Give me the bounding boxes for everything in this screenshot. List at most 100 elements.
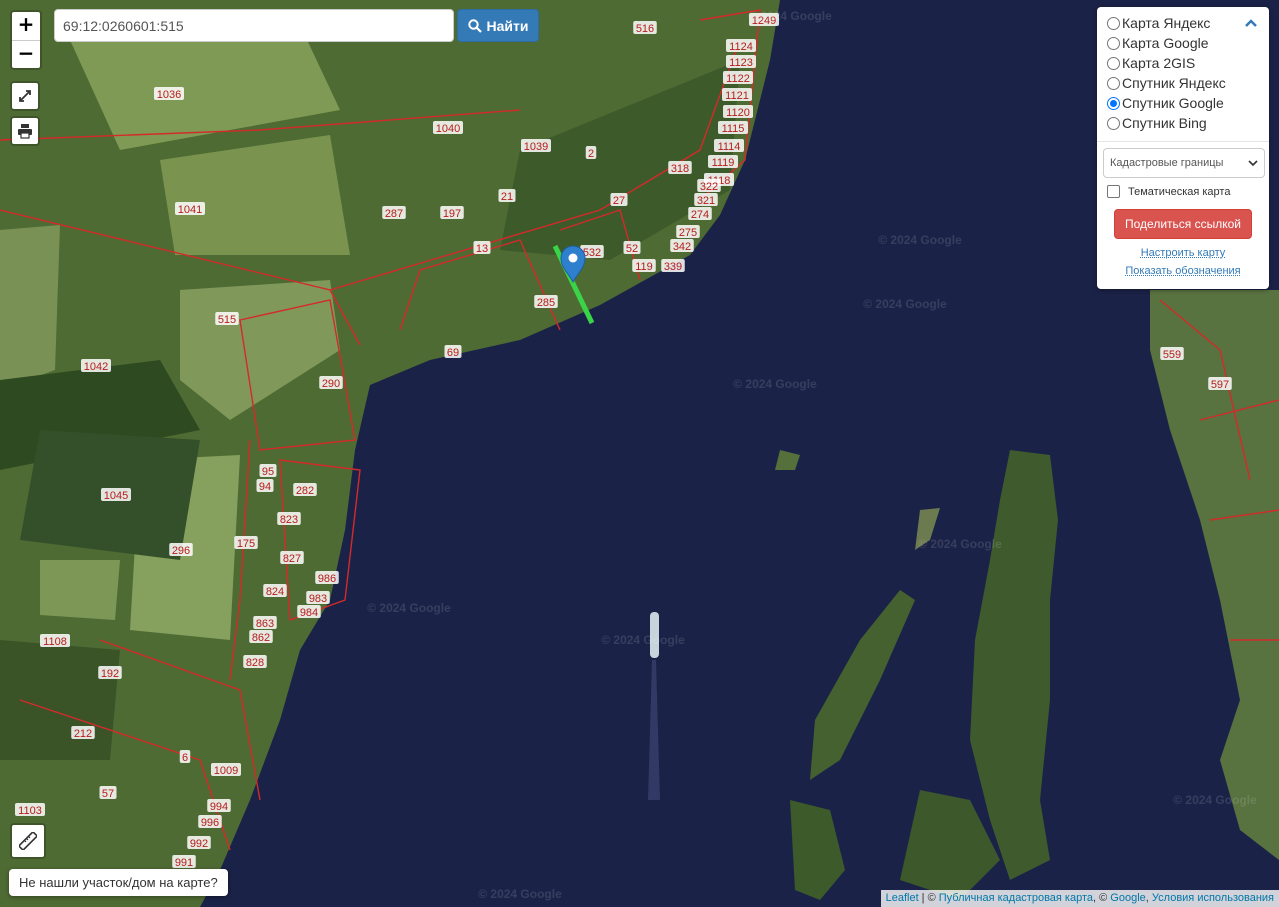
svg-text:285: 285 [537,297,555,309]
layer-option[interactable]: Карта Яндекс [1103,13,1263,33]
parcel-number-label: 1120 [723,105,753,119]
parcel-number-label: 274 [688,207,712,221]
layer-option[interactable]: Спутник Google [1103,93,1263,113]
svg-text:342: 342 [673,241,691,253]
find-button-label: Найти [486,17,529,34]
parcel-number-label: 1041 [175,202,205,216]
layer-radio[interactable] [1107,16,1120,30]
thematic-map-checkbox[interactable] [1107,185,1120,198]
print-button[interactable] [10,116,40,146]
layer-radio[interactable] [1107,96,1120,110]
svg-text:1009: 1009 [214,765,238,777]
svg-text:994: 994 [210,801,228,813]
svg-text:1115: 1115 [722,123,745,135]
svg-text:275: 275 [679,227,697,239]
map-attribution: Leaflet | © Публичная кадастровая карта,… [880,890,1279,907]
parcel-number-label: 1124 [726,39,756,53]
parcel-number-label: 1040 [433,121,463,135]
parcel-number-label: 290 [319,376,343,390]
svg-text:1123: 1123 [729,57,753,69]
fullscreen-button[interactable] [10,81,40,111]
parcel-number-label: 827 [280,551,304,565]
ruler-button[interactable] [10,823,46,859]
search-icon [467,18,482,33]
parcel-number-label: 986 [315,571,339,585]
layer-option[interactable]: Спутник Яндекс [1103,73,1263,93]
layer-label: Карта 2GIS [1122,55,1196,71]
svg-text:1036: 1036 [157,89,181,101]
svg-text:532: 532 [583,247,601,259]
google-watermark-text: © 2024 Google [601,633,685,647]
svg-text:1121: 1121 [725,90,749,102]
zoom-in-button[interactable]: + [12,12,40,40]
chevron-up-icon[interactable] [1245,19,1257,27]
svg-text:827: 827 [283,553,301,565]
zoom-out-button[interactable]: − [12,40,40,68]
parcel-number-label: 282 [293,483,317,497]
parcel-number-label: 69 [444,345,462,359]
attribution-sep-1: | © [918,892,939,904]
parcel-number-label: 6 [179,750,191,764]
svg-text:823: 823 [280,514,298,526]
find-button[interactable]: Найти [457,9,539,42]
svg-text:559: 559 [1163,349,1181,361]
terms-link[interactable]: Условия использования [1152,892,1274,904]
parcel-number-label: 2 [585,146,597,160]
thematic-map-label: Тематическая карта [1128,185,1231,198]
map-canvas[interactable]: 1036 1040 1039 516 1249 1124 1123 1122 1121 1120 1… [0,0,1279,907]
google-watermark-text: © 2024 Google [478,887,562,901]
svg-text:274: 274 [691,209,709,221]
svg-text:339: 339 [664,261,682,273]
parcel-number-label: 13 [473,241,491,255]
layer-radio[interactable] [1107,36,1120,50]
parcel-number-label: 1114 [714,139,744,153]
configure-map-link[interactable]: Настроить карту [1103,247,1263,259]
svg-text:1108: 1108 [43,636,67,648]
layer-option[interactable]: Карта Google [1103,33,1263,53]
parcel-number-label: 94 [256,479,274,493]
google-link[interactable]: Google [1110,892,1145,904]
show-legend-link[interactable]: Показать обозначения [1103,265,1263,277]
parcel-number-label: 52 [623,241,641,255]
parcel-number-label: 1009 [211,763,241,777]
parcel-number-label: 21 [498,189,516,203]
svg-text:991: 991 [175,857,193,869]
parcel-number-label: 597 [1208,377,1232,391]
layer-radio[interactable] [1107,56,1120,70]
svg-text:1103: 1103 [18,805,42,817]
google-watermark-text: © 2024 Google [1173,793,1257,807]
svg-text:1041: 1041 [178,204,202,216]
parcel-number-label: 1115 [718,121,748,135]
svg-text:6: 6 [182,752,188,764]
leaflet-link[interactable]: Leaflet [886,892,919,904]
parcel-number-label: 1121 [722,88,752,102]
svg-text:986: 986 [318,573,336,585]
overlay-select[interactable]: Кадастровые границы [1103,148,1265,178]
parcel-number-label: 197 [440,206,464,220]
svg-text:1122: 1122 [726,73,750,85]
google-watermark-text: © 2024 Google [878,233,962,247]
svg-text:862: 862 [252,632,270,644]
satellite-layer[interactable]: 1036104010395161249112411231122112111201… [0,0,1279,907]
svg-text:94: 94 [259,481,271,493]
google-watermark-text: © 2024 Google [918,537,1002,551]
svg-text:52: 52 [626,243,638,255]
layer-radio[interactable] [1107,116,1120,130]
parcel-number-label: 57 [99,786,117,800]
zoom-control: + − [10,10,42,70]
parcel-number-label: 1039 [521,139,551,153]
parcel-number-label: 516 [633,21,657,35]
layer-label: Карта Google [1122,35,1209,51]
layer-radio[interactable] [1107,76,1120,90]
kadastr-link[interactable]: Публичная кадастровая карта [939,892,1093,904]
layer-option[interactable]: Спутник Bing [1103,113,1263,133]
svg-text:318: 318 [671,163,689,175]
not-found-button[interactable]: Не нашли участок/дом на карте? [9,869,228,896]
parcel-number-label: 296 [169,543,193,557]
google-watermark-text: © 2024 Google [748,9,832,23]
parcel-number-label: 119 [632,259,656,273]
share-link-button[interactable]: Поделиться ссылкой [1114,209,1252,239]
parcel-number-label: 991 [172,855,196,869]
search-input[interactable] [54,9,454,42]
layer-option[interactable]: Карта 2GIS [1103,53,1263,73]
